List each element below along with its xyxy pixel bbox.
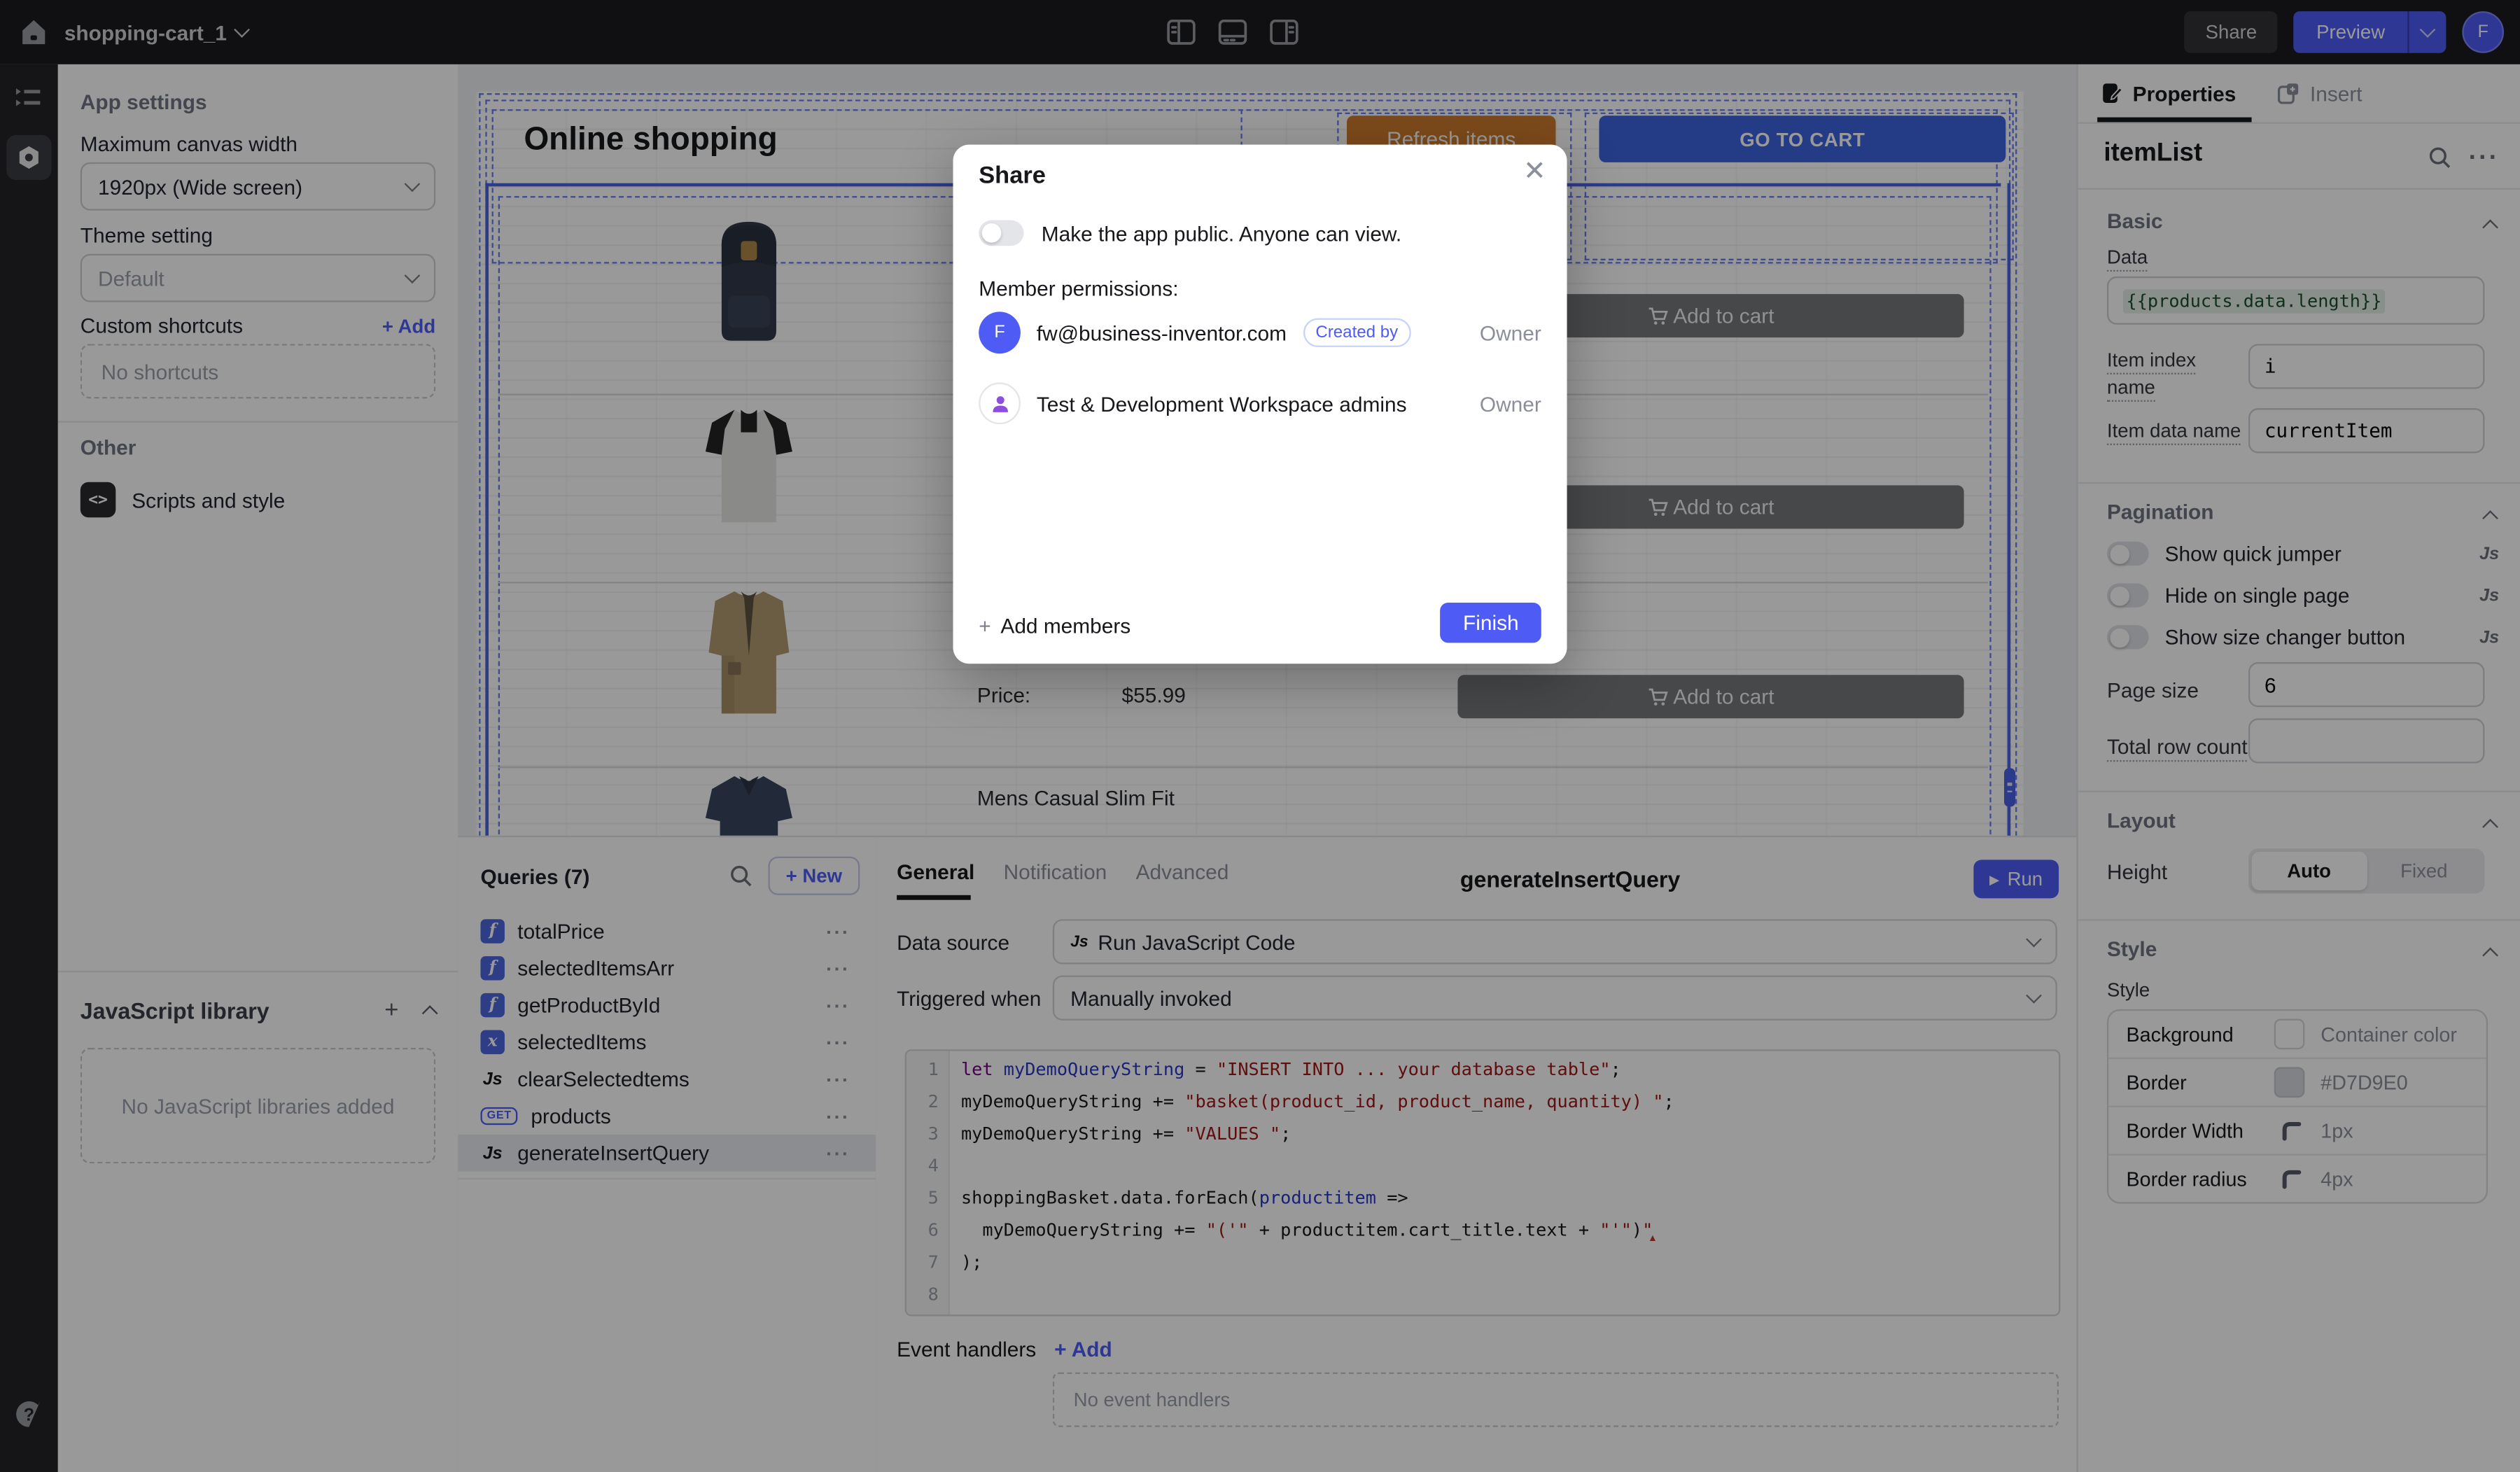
member-role[interactable]: Owner: [1480, 391, 1541, 415]
member-permissions-label: Member permissions:: [979, 276, 1178, 300]
member-row: Test & Development Workspace admins Owne…: [979, 376, 1541, 430]
make-public-label: Make the app public. Anyone can view.: [1042, 221, 1401, 245]
member-role[interactable]: Owner: [1480, 321, 1541, 344]
make-public-toggle[interactable]: [979, 220, 1023, 246]
app-builder-window: shopping-cart_1 Share Preview F: [0, 0, 2520, 1472]
plus-icon: +: [979, 614, 990, 638]
person-icon: [989, 393, 1010, 414]
created-by-badge: Created by: [1303, 318, 1411, 347]
share-modal-title: Share: [979, 162, 1046, 190]
add-members-button[interactable]: + Add members: [979, 614, 1130, 638]
member-avatar: F: [979, 311, 1021, 353]
close-icon[interactable]: ✕: [1523, 156, 1546, 188]
member-row: F fw@business-inventor.com Created by Ow…: [979, 305, 1541, 360]
share-modal: Share ✕ Make the app public. Anyone can …: [953, 145, 1567, 664]
group-avatar: [979, 382, 1021, 424]
finish-button[interactable]: Finish: [1441, 603, 1541, 643]
